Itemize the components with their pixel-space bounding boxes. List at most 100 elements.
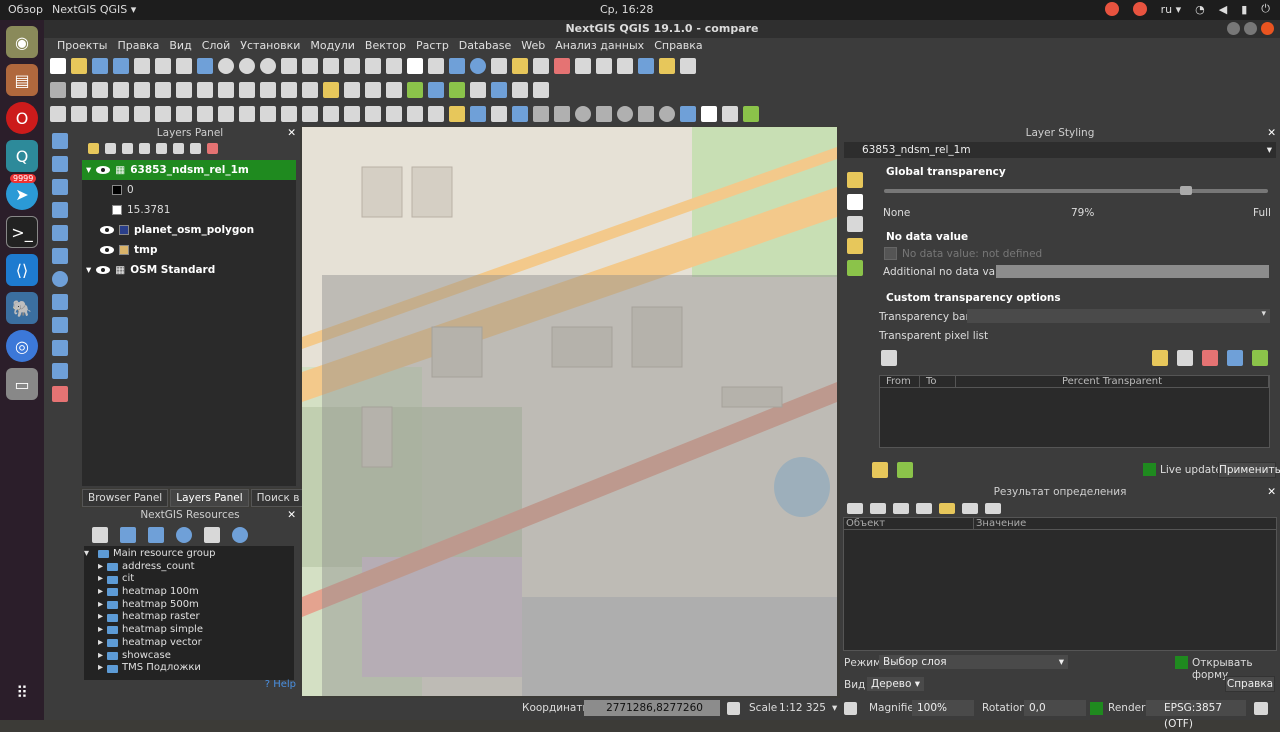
layer-row[interactable]: ▾ ▦ OSM Standard (82, 260, 296, 280)
split-features-icon[interactable] (260, 106, 276, 122)
copy-features-icon[interactable] (218, 82, 234, 98)
col-from[interactable]: From (880, 376, 920, 387)
help-button[interactable]: Справка (1225, 676, 1275, 692)
vertex-tool-icon[interactable] (155, 82, 171, 98)
shape-star-icon[interactable] (638, 106, 654, 122)
undo-icon[interactable] (260, 82, 276, 98)
print-icon[interactable] (985, 503, 1001, 514)
clear-results-icon[interactable] (916, 503, 932, 514)
menu-raster[interactable]: Растр (411, 38, 454, 54)
snapping-icon[interactable] (386, 106, 402, 122)
live-update-checkbox[interactable] (1143, 463, 1156, 476)
zoom-native-icon[interactable] (344, 58, 360, 74)
attribute-table-icon[interactable] (575, 58, 591, 74)
pan-icon[interactable] (176, 58, 192, 74)
zoom-to-layer-icon[interactable] (323, 58, 339, 74)
wifi-icon[interactable]: ◔ (1195, 3, 1205, 16)
shape-ellipse-icon[interactable] (617, 106, 633, 122)
col-value[interactable]: Значение (974, 518, 1276, 529)
merge-attributes-icon[interactable] (323, 106, 339, 122)
close-icon[interactable]: ✕ (1267, 485, 1276, 499)
qgis-icon[interactable]: Q (6, 140, 38, 172)
print-layout-icon[interactable] (134, 58, 150, 74)
chrome-tray-icon[interactable] (1104, 2, 1119, 16)
zoom-last-icon[interactable] (365, 58, 381, 74)
add-ring-icon[interactable] (113, 106, 129, 122)
map-tips-icon[interactable] (659, 58, 675, 74)
advanced-digitize-icon[interactable] (50, 106, 66, 122)
shape-circle-icon[interactable] (575, 106, 591, 122)
collapse-arrow-icon[interactable]: ▾ (86, 260, 91, 280)
messages-icon[interactable] (1254, 702, 1268, 715)
label-tool-icon[interactable] (302, 82, 318, 98)
show-apps-icon[interactable]: ⠿ (6, 676, 38, 708)
zoom-to-selection-icon[interactable] (302, 58, 318, 74)
expand-arrow-icon[interactable]: ▸ (98, 561, 103, 574)
add-mesh-icon[interactable] (52, 340, 68, 356)
open-form-checkbox[interactable] (1175, 656, 1188, 669)
scale-value[interactable]: 1:12 325 (779, 702, 826, 714)
grid-2-icon[interactable] (533, 82, 549, 98)
add-postgis-icon[interactable] (52, 202, 68, 218)
expand-arrow-icon[interactable]: ▸ (98, 624, 103, 637)
mode-select[interactable]: Выбор слоя ▾ (879, 655, 1068, 669)
menu-layer[interactable]: Слой (197, 38, 236, 54)
shape-rect-icon[interactable] (533, 106, 549, 122)
user-icon[interactable] (449, 106, 465, 122)
expand-arrow-icon[interactable]: ▸ (98, 611, 103, 624)
digitize-icon[interactable] (113, 82, 129, 98)
paste-features-icon[interactable] (239, 82, 255, 98)
chrome-tray-icon-2[interactable] (1132, 2, 1147, 16)
ngw-refresh-icon[interactable] (176, 527, 192, 543)
add-vector-icon[interactable] (52, 133, 68, 149)
eye-icon[interactable] (100, 226, 114, 234)
shape-rect-2-icon[interactable] (554, 106, 570, 122)
power-icon[interactable]: ⏻ (1261, 2, 1270, 16)
python-icon[interactable] (491, 82, 507, 98)
select-feature-icon[interactable] (939, 503, 955, 514)
volume-icon[interactable]: ◀ (1219, 3, 1227, 16)
new-bookmark-icon[interactable] (428, 58, 444, 74)
expand-all-icon[interactable] (173, 143, 184, 154)
field-calculator-icon[interactable] (596, 58, 612, 74)
measure-icon[interactable] (638, 58, 654, 74)
label-rotate-icon[interactable] (365, 82, 381, 98)
export-to-file-icon[interactable] (1177, 350, 1193, 366)
add-spatialite-icon[interactable] (52, 225, 68, 241)
save-edits-icon[interactable] (92, 82, 108, 98)
map-canvas[interactable] (302, 127, 837, 696)
cut-features-icon[interactable] (197, 82, 213, 98)
overview-button[interactable]: Обзор (8, 3, 43, 16)
plugin-8-icon[interactable] (743, 106, 759, 122)
symbology-icon[interactable] (847, 172, 863, 188)
new-project-icon[interactable] (50, 58, 66, 74)
transparency-band-select[interactable]: ▾ (967, 309, 1270, 323)
chromium-icon[interactable]: ◎ (6, 330, 38, 362)
plugin-4-icon[interactable] (512, 106, 528, 122)
visibility-icon[interactable] (122, 143, 133, 154)
calculator-icon[interactable] (512, 82, 528, 98)
eye-icon[interactable] (100, 246, 114, 254)
edits-icon[interactable] (50, 82, 66, 98)
close-icon[interactable]: ✕ (287, 126, 296, 140)
transparency-slider-thumb[interactable] (1180, 186, 1192, 195)
vscode-icon[interactable]: ⟨⟩ (6, 254, 38, 286)
add-delimited-icon[interactable] (52, 179, 68, 195)
save-as-icon[interactable] (113, 58, 129, 74)
delete-ring-icon[interactable] (176, 106, 192, 122)
offset-curve-icon[interactable] (239, 106, 255, 122)
menu-help[interactable]: Справка (649, 38, 707, 54)
pan-to-selection-icon[interactable] (197, 58, 213, 74)
help-link[interactable]: ? Help (265, 679, 296, 690)
menu-vector[interactable]: Вектор (360, 38, 411, 54)
histogram-icon[interactable] (847, 216, 863, 232)
menu-settings[interactable]: Установки (235, 38, 305, 54)
close-window-button[interactable] (1261, 22, 1274, 35)
select-icon[interactable] (512, 58, 528, 74)
tree-item[interactable]: ▸ showcase (84, 650, 294, 663)
transparency-icon[interactable] (847, 194, 863, 210)
add-wcs-icon[interactable] (52, 294, 68, 310)
save-project-icon[interactable] (92, 58, 108, 74)
render-checkbox[interactable] (1090, 702, 1103, 715)
open-project-icon[interactable] (71, 58, 87, 74)
